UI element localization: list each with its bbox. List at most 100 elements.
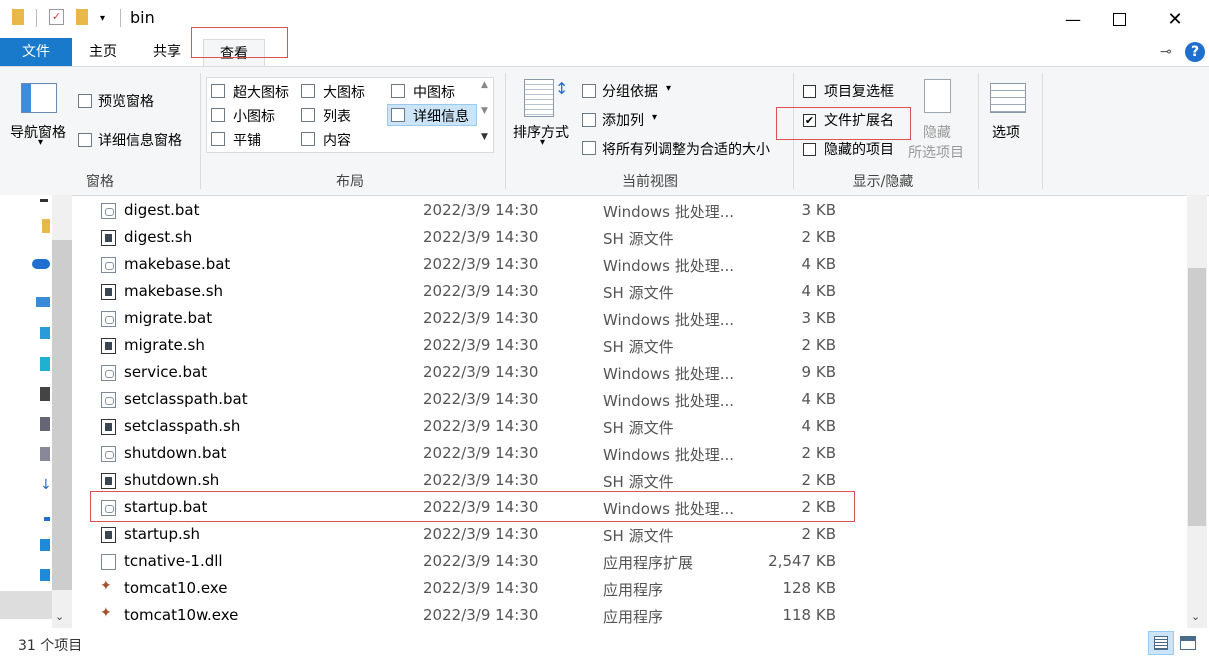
file-size: 4 KB xyxy=(801,390,836,408)
options-button[interactable]: 选项 xyxy=(992,122,1020,142)
file-size: 3 KB xyxy=(801,201,836,219)
tab-home[interactable]: 主页 xyxy=(80,38,126,66)
gallery-scroll-up-icon[interactable]: ▲ xyxy=(481,80,488,90)
table-row[interactable]: migrate.bat 2022/3/9 14:30 Windows 批处理..… xyxy=(72,305,1186,332)
add-columns-button[interactable]: 添加列 xyxy=(602,110,644,130)
nav-scrollbar-thumb[interactable] xyxy=(52,240,72,590)
minimize-button[interactable]: — xyxy=(1050,0,1096,38)
layout-tiles[interactable]: 平铺 xyxy=(233,130,261,150)
tiles-icon xyxy=(211,132,225,146)
layout-small-icons[interactable]: 小图标 xyxy=(233,106,275,126)
properties-icon[interactable]: ✓ xyxy=(49,9,64,25)
scroll-down-icon[interactable]: ⌄ xyxy=(1191,610,1200,623)
window-title: bin xyxy=(130,8,155,27)
this-pc-icon[interactable] xyxy=(36,297,50,307)
preview-pane-button[interactable]: 预览窗格 xyxy=(98,91,154,111)
hidden-items-checkbox[interactable] xyxy=(803,143,816,156)
pictures-icon[interactable] xyxy=(40,387,50,401)
videos-icon[interactable] xyxy=(40,357,50,371)
table-row[interactable]: shutdown.sh 2022/3/9 14:30 SH 源文件 2 KB xyxy=(72,467,1186,494)
shell-file-icon xyxy=(101,419,116,435)
divider xyxy=(1042,73,1043,189)
chevron-down-icon: ▾ xyxy=(38,137,44,148)
documents-icon[interactable] xyxy=(40,417,50,431)
sort-by-icon xyxy=(524,79,554,117)
file-name: shutdown.bat xyxy=(124,444,227,462)
new-folder-icon[interactable] xyxy=(76,9,88,25)
table-row[interactable]: tomcat10w.exe 2022/3/9 14:30 应用程序 118 KB xyxy=(72,602,1186,628)
maximize-icon xyxy=(1112,12,1126,26)
details-pane-button[interactable]: 详细信息窗格 xyxy=(98,130,182,150)
gallery-scroll-down-icon[interactable]: ▼ xyxy=(481,106,488,116)
file-size: 9 KB xyxy=(801,363,836,381)
layout-large-icons[interactable]: 大图标 xyxy=(323,82,365,102)
table-row[interactable]: makebase.bat 2022/3/9 14:30 Windows 批处理.… xyxy=(72,251,1186,278)
layout-content[interactable]: 内容 xyxy=(323,130,351,150)
help-icon[interactable]: ? xyxy=(1185,42,1205,62)
table-row[interactable]: migrate.sh 2022/3/9 14:30 SH 源文件 2 KB xyxy=(72,332,1186,359)
close-button[interactable]: ✕ xyxy=(1152,0,1198,38)
file-date: 2022/3/9 14:30 xyxy=(423,471,539,489)
large-icons-icon xyxy=(301,84,315,98)
layout-medium-icons[interactable]: 中图标 xyxy=(413,82,455,102)
nav-scroll-down-icon[interactable]: ⌄ xyxy=(55,610,64,623)
details-view-icon xyxy=(1154,636,1168,650)
table-row[interactable]: tomcat10.exe 2022/3/9 14:30 应用程序 128 KB xyxy=(72,575,1186,602)
document-icon[interactable] xyxy=(40,447,50,461)
group-by-icon xyxy=(582,84,596,98)
onedrive-icon[interactable] xyxy=(32,259,50,269)
layout-details[interactable]: 详细信息 xyxy=(413,106,469,126)
table-row[interactable]: tcnative-1.dll 2022/3/9 14:30 应用程序扩展 2,5… xyxy=(72,548,1186,575)
pin-ribbon-icon[interactable]: ⊸ xyxy=(1160,44,1172,60)
nav-item-selected[interactable] xyxy=(0,591,52,619)
batch-file-icon xyxy=(101,257,116,273)
nav-item-icon[interactable] xyxy=(40,199,48,202)
item-count: 31 个项目 xyxy=(18,638,83,654)
chevron-down-icon: ▾ xyxy=(652,112,658,123)
desktop-icon[interactable] xyxy=(40,539,50,551)
table-row[interactable]: setclasspath.sh 2022/3/9 14:30 SH 源文件 4 … xyxy=(72,413,1186,440)
tomcat-exe-icon xyxy=(100,605,116,624)
downloads-icon[interactable]: ↓ xyxy=(40,477,52,493)
file-date: 2022/3/9 14:30 xyxy=(423,363,539,381)
file-name: shutdown.sh xyxy=(124,471,220,489)
3d-objects-icon[interactable] xyxy=(40,327,50,339)
title-bar: ✓ ▾ bin — ✕ xyxy=(0,0,1209,38)
group-by-button[interactable]: 分组依据 xyxy=(602,81,658,101)
layout-list[interactable]: 列表 xyxy=(323,106,351,126)
shell-file-icon xyxy=(101,527,116,543)
batch-file-icon xyxy=(101,446,116,462)
size-all-columns-icon xyxy=(582,141,596,155)
windows-drive-icon[interactable] xyxy=(40,569,50,581)
maximize-button[interactable] xyxy=(1096,0,1142,38)
file-list-scrollbar-thumb[interactable] xyxy=(1188,268,1206,526)
folder-icon[interactable] xyxy=(42,219,50,233)
hide-selected-label-2[interactable]: 所选项目 xyxy=(908,142,964,162)
large-icons-view-icon[interactable] xyxy=(1180,636,1196,650)
table-row[interactable]: shutdown.bat 2022/3/9 14:30 Windows 批处理.… xyxy=(72,440,1186,467)
file-size: 2 KB xyxy=(801,525,836,543)
table-row[interactable]: digest.bat 2022/3/9 14:30 Windows 批处理...… xyxy=(72,197,1186,224)
item-checkboxes-checkbox[interactable] xyxy=(803,85,816,98)
music-icon[interactable] xyxy=(44,517,50,521)
gallery-expand-icon[interactable]: ▼ xyxy=(481,132,488,142)
size-all-columns-button[interactable]: 将所有列调整为合适的大小 xyxy=(602,139,770,159)
group-label-current-view: 当前视图 xyxy=(622,174,678,190)
file-type: SH 源文件 xyxy=(603,527,674,545)
table-row[interactable]: service.bat 2022/3/9 14:30 Windows 批处理..… xyxy=(72,359,1186,386)
table-row[interactable]: makebase.sh 2022/3/9 14:30 SH 源文件 4 KB xyxy=(72,278,1186,305)
table-row[interactable]: setclasspath.bat 2022/3/9 14:30 Windows … xyxy=(72,386,1186,413)
table-row[interactable]: startup.sh 2022/3/9 14:30 SH 源文件 2 KB xyxy=(72,521,1186,548)
navigation-pane-icon xyxy=(21,83,57,113)
file-name: migrate.sh xyxy=(124,336,205,354)
hide-selected-label[interactable]: 隐藏 xyxy=(923,122,951,142)
tab-share[interactable]: 共享 xyxy=(144,38,190,66)
folder-icon xyxy=(12,9,24,25)
divider xyxy=(978,73,979,189)
tab-file[interactable]: 文件 xyxy=(0,38,72,66)
customize-toolbar-icon[interactable]: ▾ xyxy=(100,13,105,24)
table-row[interactable]: digest.sh 2022/3/9 14:30 SH 源文件 2 KB xyxy=(72,224,1186,251)
layout-extra-large-icons[interactable]: 超大图标 xyxy=(233,82,289,102)
file-type: 应用程序扩展 xyxy=(603,554,694,572)
divider xyxy=(505,73,506,189)
